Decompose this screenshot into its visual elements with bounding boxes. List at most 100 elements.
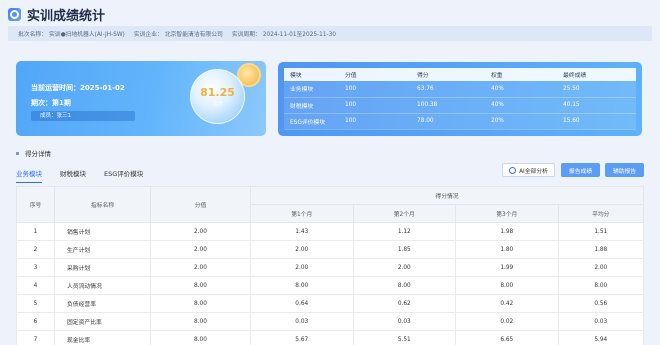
cell: 100: [339, 97, 411, 114]
cell: 100.38: [411, 97, 485, 114]
col-month-1: 第1个月: [250, 204, 354, 223]
cell: 8.00: [150, 276, 251, 295]
section-marker-icon: [16, 151, 19, 155]
cell: 2.00: [150, 258, 251, 277]
module-summary-card: 模块 分值 得分 权重 最终成绩 业务模块 100 63.76 40% 25.5…: [278, 62, 642, 136]
cell: 2.00: [250, 240, 354, 259]
operation-date: 当前运营时间：2025-01-02: [31, 84, 125, 92]
cell: 1.80: [455, 240, 559, 259]
chart-logo-icon: [8, 7, 21, 21]
cell: 固定资产比率: [54, 312, 151, 331]
member-badge: 成员：张三1: [31, 111, 135, 121]
report-score-button[interactable]: 报告成绩: [561, 163, 600, 177]
table-row: 2 生产计划 2.00 2.00 1.85 1.80 1.88: [16, 240, 645, 259]
cell: 0.02: [455, 312, 559, 331]
cell: 1: [16, 222, 55, 241]
ai-icon: [509, 166, 517, 174]
table-row: 7 现金比率 8.00 5.67 5.51 6.65 5.94: [16, 330, 645, 345]
ai-analyze-button[interactable]: AI全部分析: [502, 163, 555, 177]
cell: 40%: [485, 81, 557, 98]
cell: 1.12: [352, 222, 457, 241]
cell: 采购计划: [54, 258, 151, 277]
cell: 2.00: [150, 240, 251, 259]
cell: 8.00: [352, 276, 457, 295]
col-final: 最终成绩: [557, 68, 636, 81]
cell: 0.03: [250, 312, 354, 331]
section-title-text: 得分详情: [25, 150, 51, 158]
cell: 财税模块: [284, 97, 339, 114]
period-number: 期次：第1期: [31, 99, 71, 107]
cell: 人员流动情况: [54, 276, 151, 295]
cell: 63.76: [411, 81, 485, 98]
cell: 0.64: [250, 294, 354, 313]
cell: 7: [16, 330, 55, 345]
cell: 40.15: [557, 97, 636, 114]
total-score-unit: 总分: [212, 100, 223, 107]
cell: 1.51: [557, 222, 645, 241]
table-row: ESG评价模块 100 78.00 20% 15.60: [284, 113, 636, 130]
cell: 负债经营率: [54, 294, 151, 313]
cell: 78.00: [411, 113, 485, 130]
table-row: 财税模块 100 100.38 40% 40.15: [284, 97, 636, 114]
cell: 现金比率: [54, 330, 151, 345]
cell: 生产计划: [54, 240, 151, 259]
cell: 5: [16, 294, 55, 313]
batch-info-bar: 批次名称： 实训●扫地机器人(AI-JH-SW) 实训企业： 北京智能清洁有限公…: [8, 26, 652, 41]
cell: 2.00: [352, 258, 457, 277]
batch-label: 批次名称：: [18, 32, 47, 38]
col-month-2: 第2个月: [352, 204, 457, 223]
ai-analyze-label: AI全部分析: [519, 168, 548, 175]
section-title: 得分详情: [16, 148, 51, 158]
cell: 40%: [485, 97, 557, 114]
cell: 销售计划: [54, 222, 151, 241]
page-header: 实训成绩统计: [0, 0, 660, 28]
cell: 4: [16, 276, 55, 295]
cell: 2.00: [250, 258, 354, 277]
table-row: 4 人员流动情况 8.00 8.00 8.00 8.00 8.00: [16, 276, 645, 295]
col-average: 平均分: [557, 204, 645, 223]
col-module: 模块: [284, 68, 339, 81]
cell: 8.00: [150, 330, 251, 345]
cell: 8.00: [455, 276, 559, 295]
cell: 5.67: [250, 330, 354, 345]
cell: 2.00: [150, 222, 251, 241]
cell: 8.00: [150, 294, 251, 313]
cell: 业务模块: [284, 81, 339, 98]
cell: 1.88: [557, 240, 645, 259]
col-weight: 分值: [150, 186, 251, 223]
cell: 20%: [485, 113, 557, 130]
col-score: 得分: [411, 68, 485, 81]
period-value: 2024-11-01至2025-11-30: [262, 32, 336, 38]
cell: 1.43: [250, 222, 354, 241]
cell: 100: [339, 113, 411, 130]
cell: 15.60: [557, 113, 636, 130]
cell: 1.99: [455, 258, 559, 277]
col-indicator: 指标名称: [54, 186, 151, 223]
col-max: 分值: [339, 68, 411, 81]
cell: 0.62: [352, 294, 457, 313]
table-row: 6 固定资产比率 8.00 0.03 0.03 0.02 0.03: [16, 312, 645, 331]
assist-report-button[interactable]: 辅助报告: [605, 163, 644, 177]
table-row: 1 销售计划 2.00 1.43 1.12 1.98 1.51: [16, 222, 645, 241]
period-label: 实训周期：: [231, 32, 261, 38]
company-value: 北京智能清洁有限公司: [164, 32, 223, 38]
cell: 5.51: [352, 330, 457, 345]
tab-finance-tax[interactable]: 财税模块: [60, 166, 86, 183]
cell: 8.00: [557, 276, 645, 295]
score-detail-table: 序号 指标名称 分值 得分情况 第1个月 第2个月 第3个月 平均分 1 销售计…: [16, 186, 645, 345]
module-summary-table: 模块 分值 得分 权重 最终成绩 业务模块 100 63.76 40% 25.5…: [284, 68, 636, 130]
module-tabs: 业务模块 财税模块 ESG评价模块: [16, 166, 161, 183]
cell: 2: [16, 240, 55, 259]
tab-business[interactable]: 业务模块: [16, 166, 42, 183]
cell: 0.03: [557, 312, 645, 331]
total-score-value: 81.25: [200, 85, 235, 99]
cell: 2.00: [557, 258, 645, 277]
cell: 0.42: [455, 294, 559, 313]
cell: 6.65: [455, 330, 559, 345]
table-row: 5 负债经营率 8.00 0.64 0.62 0.42 0.56: [16, 294, 645, 313]
cell: 6: [16, 312, 55, 331]
tab-esg[interactable]: ESG评价模块: [104, 166, 143, 183]
col-group-score: 得分情况: [250, 186, 644, 205]
cell: 0.56: [557, 294, 645, 313]
cell: 1.85: [352, 240, 457, 259]
